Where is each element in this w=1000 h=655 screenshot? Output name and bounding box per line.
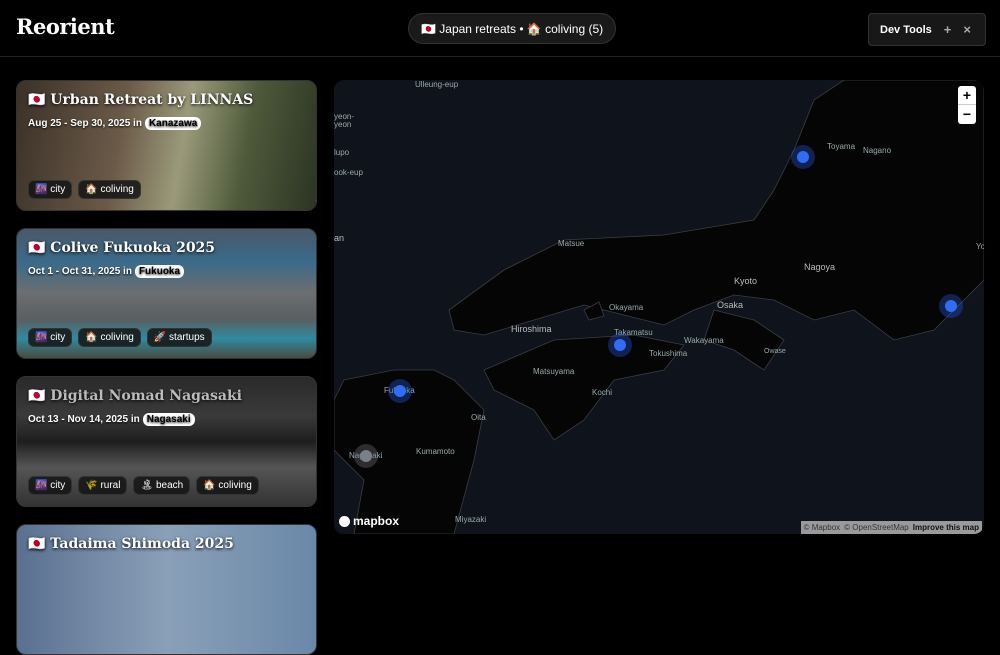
tag[interactable]: 🏝 beach bbox=[133, 476, 191, 495]
top-bar: Reorient 🇯🇵 Japan retreats • 🏠 coliving … bbox=[0, 0, 1000, 57]
map-label: Yo bbox=[976, 242, 984, 251]
map-label: Matsuyama bbox=[533, 367, 575, 376]
attribution-mapbox-link[interactable]: © Mapbox bbox=[804, 523, 841, 532]
map-label: Kochi bbox=[592, 388, 613, 397]
tag[interactable]: 🏠 coliving bbox=[196, 476, 259, 495]
mapbox-logo[interactable]: mapbox bbox=[339, 514, 399, 528]
tag[interactable]: 🚀 startups bbox=[146, 328, 212, 347]
map-label: lupo bbox=[334, 148, 350, 157]
attribution-osm-link[interactable]: © OpenStreetMap bbox=[844, 523, 909, 532]
map-label: Nagano bbox=[863, 146, 892, 155]
map-marker-kanazawa[interactable] bbox=[791, 145, 815, 169]
dev-tools-panel[interactable]: Dev Tools + × bbox=[868, 13, 986, 46]
zoom-control: + − bbox=[958, 86, 976, 124]
map-label: Toyama bbox=[827, 142, 856, 151]
map-label: an bbox=[334, 233, 345, 243]
map-label: ook-eup bbox=[334, 168, 363, 177]
close-icon[interactable]: × bbox=[963, 22, 971, 37]
tag[interactable]: 🌆 city bbox=[28, 328, 73, 347]
map-label: Miyazaki bbox=[455, 515, 487, 524]
city-badge[interactable]: Nagasaki bbox=[142, 413, 195, 426]
map-marker-shimoda[interactable] bbox=[939, 294, 963, 318]
map-label: Osaka bbox=[717, 300, 744, 310]
map-label: Nagoya bbox=[804, 262, 836, 272]
tag[interactable]: 🌾 rural bbox=[78, 476, 128, 495]
date-range: Oct 13 - Nov 14, 2025 in bbox=[28, 414, 140, 425]
retreat-title: 🇯🇵 Urban Retreat by LINNAS bbox=[28, 92, 254, 108]
map-marker-fukuoka[interactable] bbox=[388, 379, 412, 403]
date-range: Oct 1 - Oct 31, 2025 in bbox=[28, 266, 132, 277]
tag[interactable]: 🏠 coliving bbox=[78, 180, 141, 199]
map-label: Owase bbox=[764, 348, 786, 355]
dev-tools-label: Dev Tools bbox=[880, 23, 932, 36]
logo[interactable]: Reorient bbox=[16, 14, 115, 39]
tag[interactable]: 🏠 coliving bbox=[78, 328, 141, 347]
map-label: Matsue bbox=[558, 239, 585, 248]
map-label: Oita bbox=[471, 413, 486, 422]
retreat-title: 🇯🇵 Colive Fukuoka 2025 bbox=[28, 240, 216, 256]
map-label: Hiroshima bbox=[511, 324, 552, 334]
plus-icon[interactable]: + bbox=[944, 22, 952, 37]
map-label: Ulleung-eup bbox=[415, 80, 459, 89]
zoom-in-button[interactable]: + bbox=[958, 86, 976, 105]
retreat-dates: Oct 1 - Oct 31, 2025 in Fukuoka bbox=[28, 265, 185, 278]
city-badge[interactable]: Kanazawa bbox=[144, 117, 202, 130]
retreat-title: 🇯🇵 Digital Nomad Nagasaki bbox=[28, 388, 242, 404]
tag[interactable]: 🌆 city bbox=[28, 476, 73, 495]
retreat-card[interactable]: 🇯🇵 Tadaima Shimoda 2025 bbox=[16, 524, 317, 655]
map-label: Kumamoto bbox=[416, 447, 455, 456]
retreat-card[interactable]: 🇯🇵 Urban Retreat by LINNAS Aug 25 - Sep … bbox=[16, 80, 317, 211]
map-label: Tokushima bbox=[649, 349, 688, 358]
improve-map-link[interactable]: Improve this map bbox=[913, 523, 979, 532]
map-label: Okayama bbox=[609, 303, 644, 312]
zoom-out-button[interactable]: − bbox=[958, 105, 976, 124]
retreat-dates: Aug 25 - Sep 30, 2025 in Kanazawa bbox=[28, 117, 202, 130]
filter-pill[interactable]: 🇯🇵 Japan retreats • 🏠 coliving (5) bbox=[408, 13, 617, 44]
map-label: Kyoto bbox=[734, 276, 758, 286]
map-attribution: © Mapbox © OpenStreetMap Improve this ma… bbox=[800, 521, 982, 534]
tag[interactable]: 🌆 city bbox=[28, 180, 73, 199]
map[interactable]: Ulleung-eup yeon- yeon lupo ook-eup an T… bbox=[334, 80, 984, 534]
map-marker-nagasaki[interactable] bbox=[354, 444, 378, 468]
map-marker-takamatsu[interactable] bbox=[608, 333, 632, 357]
city-badge[interactable]: Fukuoka bbox=[134, 265, 185, 278]
mapbox-icon bbox=[339, 515, 350, 527]
mapbox-wordmark: mapbox bbox=[353, 514, 400, 528]
map-label: Wakayama bbox=[684, 336, 724, 345]
retreat-card[interactable]: 🇯🇵 Colive Fukuoka 2025 Oct 1 - Oct 31, 2… bbox=[16, 228, 317, 359]
retreat-card[interactable]: 🇯🇵 Digital Nomad Nagasaki Oct 13 - Nov 1… bbox=[16, 376, 317, 507]
retreat-dates: Oct 13 - Nov 14, 2025 in Nagasaki bbox=[28, 413, 195, 426]
date-range: Aug 25 - Sep 30, 2025 in bbox=[28, 118, 142, 129]
map-label: yeon bbox=[334, 120, 352, 129]
